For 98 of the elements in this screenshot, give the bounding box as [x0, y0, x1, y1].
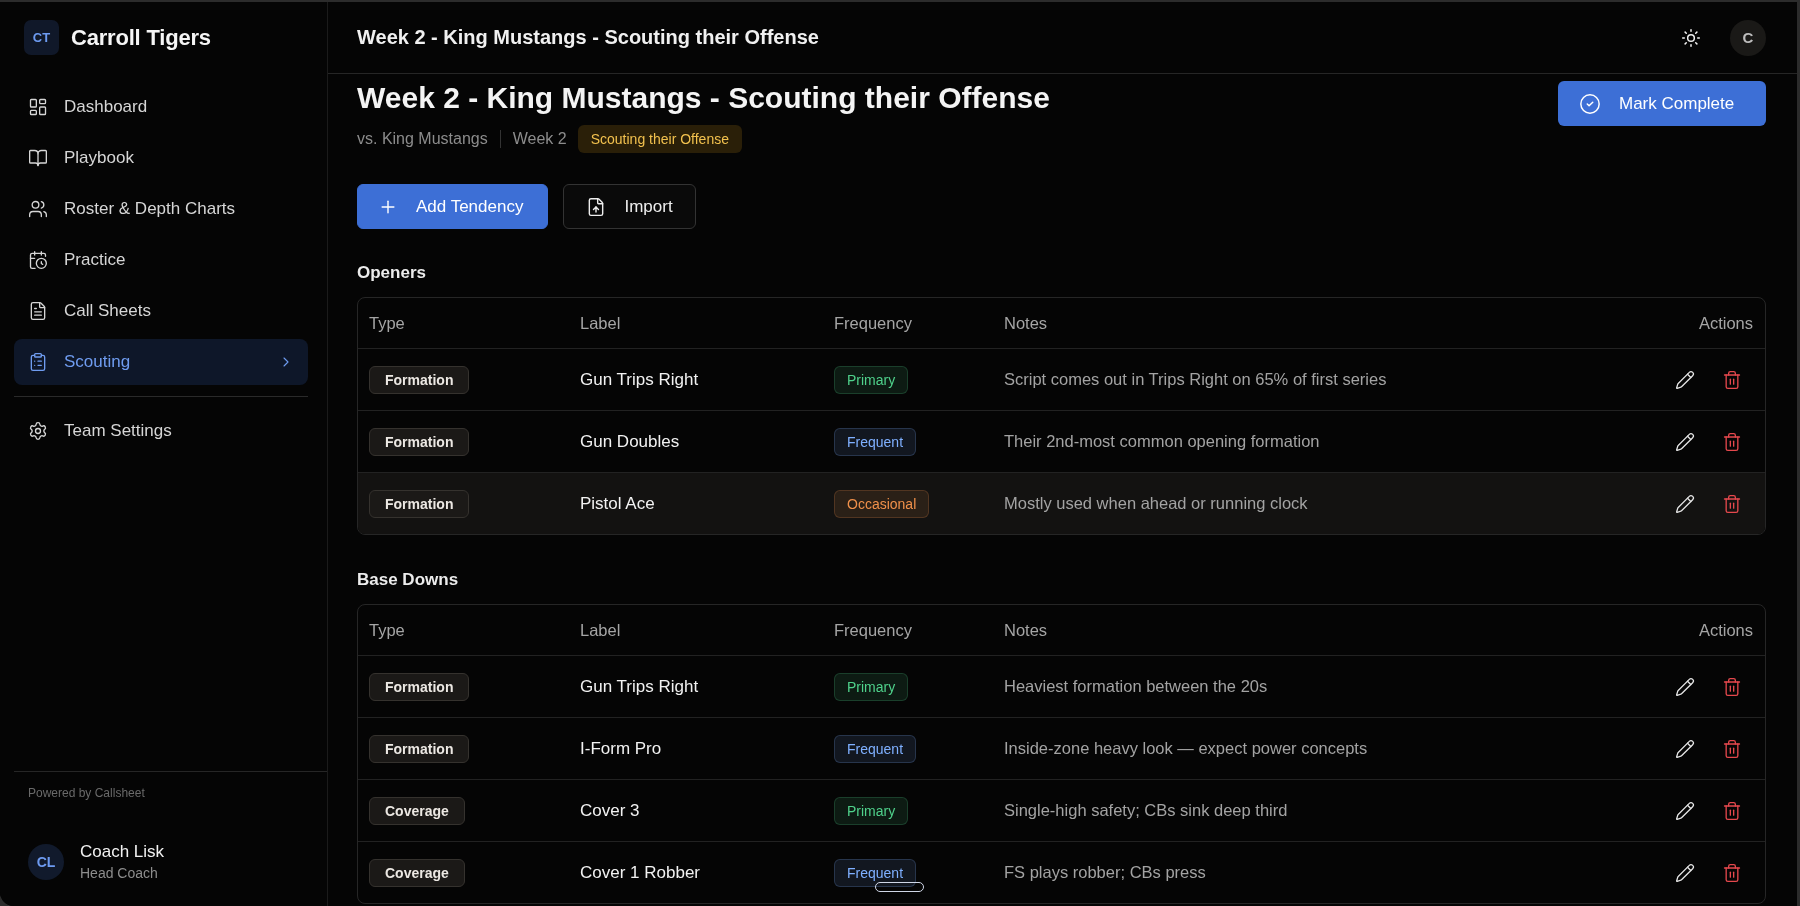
sidebar-item-label: Roster & Depth Charts — [64, 199, 236, 219]
settings-icon — [28, 421, 48, 441]
trash-icon[interactable] — [1722, 676, 1742, 697]
calendar-clock-icon — [28, 250, 48, 270]
frequency-tag: Frequent — [834, 427, 917, 456]
top-bar-title: Week 2 - King Mustangs - Scouting their Offense — [357, 26, 819, 49]
trash-icon[interactable] — [1722, 800, 1742, 821]
label-cell-text: Gun Trips Right — [580, 369, 700, 390]
trash-icon[interactable] — [1722, 369, 1742, 390]
book-icon — [28, 148, 48, 168]
trash-icon[interactable] — [1722, 862, 1742, 883]
type-tag: Formation — [369, 734, 470, 763]
table-row[interactable]: Formation I-Form Pro Frequent Inside-zone heavy look — expect power concepts — [358, 717, 1765, 779]
trash-icon[interactable] — [1722, 738, 1742, 759]
column-header: Frequency — [834, 313, 913, 333]
sidebar-item[interactable]: Team Settings — [14, 408, 308, 454]
frequency-tag: Occasional — [834, 489, 930, 518]
user-avatar: CL — [28, 843, 64, 880]
check-circle-icon — [1579, 92, 1601, 115]
trash-icon[interactable] — [1722, 493, 1742, 514]
document-icon — [28, 301, 48, 321]
column-header: Notes — [1004, 313, 1049, 333]
sidebar-item[interactable]: Call Sheets — [14, 288, 308, 334]
type-tag: Coverage — [369, 858, 465, 887]
label-cell-text: Gun Trips Right — [580, 676, 700, 697]
table-row[interactable]: Formation Gun Trips Right Primary Heaviest formation between the 20s — [358, 655, 1765, 717]
pencil-icon[interactable] — [1675, 862, 1695, 883]
notes-cell-text: Inside-zone heavy look — expect power concepts — [1004, 739, 1369, 758]
table-row[interactable]: Coverage Cover 1 Robber Frequent FS plays robber; CBs press — [358, 841, 1765, 903]
pencil-icon[interactable] — [1675, 369, 1695, 390]
sidebar-item-label: Practice — [64, 250, 127, 270]
notes-cell-text: Heaviest formation between the 20s — [1004, 677, 1269, 696]
account-avatar[interactable]: C — [1730, 19, 1766, 56]
pencil-icon[interactable] — [1675, 676, 1695, 697]
table-row[interactable]: Formation Gun Trips Right Primary Script comes out in Trips Right on 65% of first series — [358, 348, 1765, 410]
pencil-icon[interactable] — [1675, 493, 1695, 514]
type-tag: Formation — [369, 672, 470, 701]
pencil-icon[interactable] — [1675, 738, 1695, 759]
column-header: Label — [580, 313, 622, 333]
frequency-tag: Primary — [834, 796, 909, 825]
label-cell-text: Gun Doubles — [580, 431, 681, 452]
section-title: Base Downs — [357, 569, 460, 591]
opponent-text: vs. King Mustangs — [357, 130, 488, 148]
status-tag: Scouting their Offense — [577, 125, 742, 153]
label-cell-text: Pistol Ace — [580, 493, 656, 514]
sidebar-item[interactable]: Scouting — [14, 339, 308, 385]
section-title: Openers — [357, 262, 427, 284]
column-header: Actions — [1697, 620, 1753, 640]
frequency-tag: Primary — [834, 365, 909, 394]
notes-cell-text: Their 2nd-most common opening formation — [1004, 432, 1321, 451]
week-text: Week 2 — [512, 130, 567, 148]
label-cell-text: I-Form Pro — [580, 738, 663, 759]
column-header: Actions — [1697, 313, 1753, 333]
sidebar-item[interactable]: Dashboard — [14, 84, 308, 130]
type-tag: Formation — [369, 427, 470, 456]
column-header: Notes — [1004, 620, 1049, 640]
type-tag: Formation — [369, 365, 470, 394]
user-name: Coach Lisk — [80, 842, 165, 862]
pencil-icon[interactable] — [1675, 800, 1695, 821]
notes-cell-text: Script comes out in Trips Right on 65% of first series — [1004, 370, 1388, 389]
add-button[interactable]: Add Tendency — [357, 184, 549, 229]
team-name: Carroll Tigers — [71, 24, 211, 51]
sidebar-item[interactable]: Practice — [14, 237, 308, 283]
powered-by-text: Powered by Callsheet — [28, 785, 146, 801]
sidebar-item-label: Call Sheets — [64, 301, 152, 321]
type-tag: Formation — [369, 489, 470, 518]
column-header: Label — [580, 620, 622, 640]
column-header: Type — [369, 620, 406, 640]
user-role: Head Coach — [80, 865, 159, 881]
column-header: Frequency — [834, 620, 913, 640]
clipboard-icon — [28, 352, 48, 372]
grid-icon — [28, 97, 48, 117]
sidebar-item-label: Dashboard — [64, 97, 149, 117]
team-logo: CT — [24, 20, 59, 55]
sidebar-item[interactable]: Playbook — [14, 135, 308, 181]
table-row[interactable]: Coverage Cover 3 Primary Single-high safety; CBs sink deep third — [358, 779, 1765, 841]
import-button[interactable]: Import — [563, 184, 696, 229]
table-row[interactable]: Formation Pistol Ace Occasional Mostly used when ahead or running clock — [358, 472, 1765, 534]
frequency-tag: Primary — [834, 672, 909, 701]
sidebar-item-label: Scouting — [64, 352, 132, 372]
notes-cell-text: Single-high safety; CBs sink deep third — [1004, 801, 1289, 820]
column-header: Type — [369, 313, 406, 333]
sidebar-item[interactable]: Roster & Depth Charts — [14, 186, 308, 232]
sidebar-item-label: Team Settings — [64, 421, 173, 441]
trash-icon[interactable] — [1722, 431, 1742, 452]
label-cell-text: Cover 3 — [580, 800, 641, 821]
mark-complete-button[interactable]: Mark Complete — [1558, 81, 1766, 126]
notes-cell-text: Mostly used when ahead or running clock — [1004, 494, 1309, 513]
page-title: Week 2 - King Mustangs - Scouting their Offense — [357, 80, 1050, 116]
sun-icon[interactable] — [1681, 27, 1701, 48]
pencil-icon[interactable] — [1675, 431, 1695, 452]
sidebar-item-label: Playbook — [64, 148, 135, 168]
frequency-tag: Frequent — [834, 858, 917, 887]
notes-cell-text: FS plays robber; CBs press — [1004, 863, 1207, 882]
label-cell-text: Cover 1 Robber — [580, 862, 701, 883]
people-icon — [28, 199, 48, 219]
frequency-tag: Frequent — [834, 734, 917, 763]
type-tag: Coverage — [369, 796, 465, 825]
